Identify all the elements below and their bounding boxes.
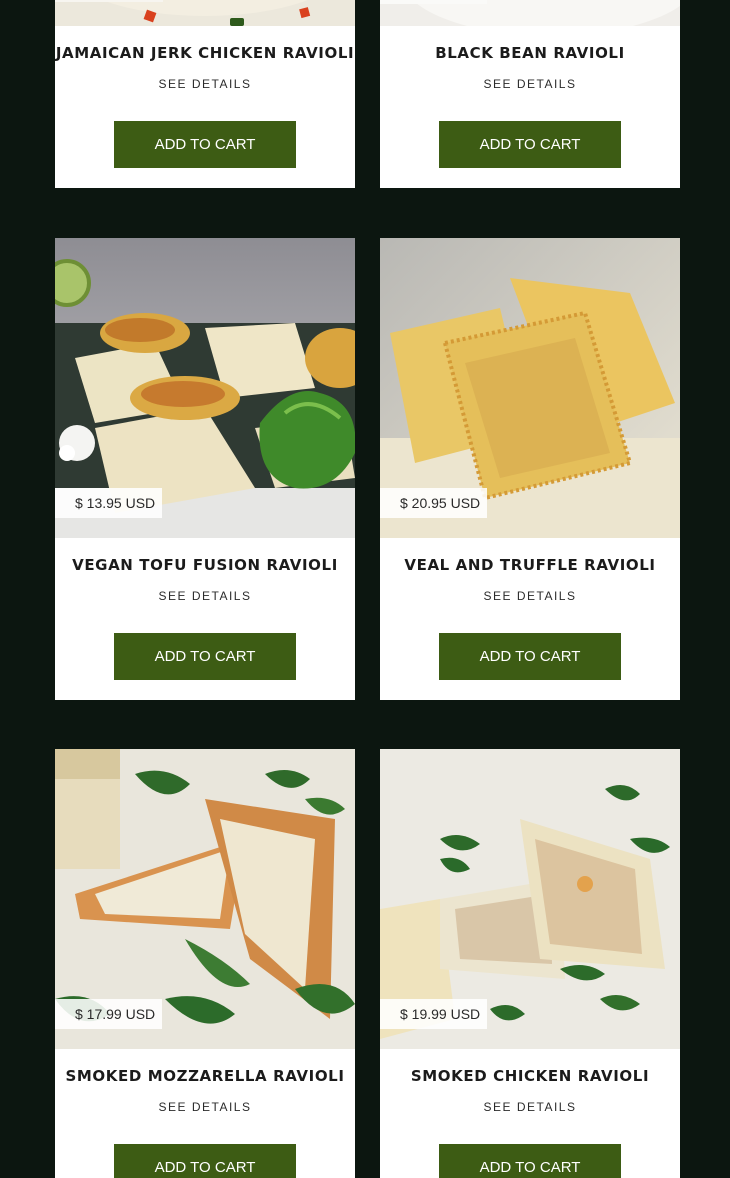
product-info: Veal and Truffle Ravioli SEE DETAILS ADD… [380,538,680,700]
see-details-link[interactable]: SEE DETAILS [380,77,680,91]
see-details-link[interactable]: SEE DETAILS [55,1100,355,1114]
product-info: Vegan Tofu Fusion Ravioli SEE DETAILS AD… [55,538,355,700]
product-card: $ 20.95 USD Veal and Truffle Ravioli SEE… [380,238,680,700]
add-to-cart-button[interactable]: ADD TO CART [439,1144,621,1178]
ravioli-photo [380,0,680,26]
product-name[interactable]: Vegan Tofu Fusion Ravioli [55,556,355,574]
product-image[interactable]: $ 19.99 USD [380,749,680,1049]
see-details-link[interactable]: SEE DETAILS [55,589,355,603]
price-tag: $ 13.95 USD [55,488,162,518]
price-tag: $ 20.95 USD [380,488,487,518]
product-card: Black Bean Ravioli SEE DETAILS ADD TO CA… [380,0,680,188]
see-details-link[interactable]: SEE DETAILS [380,1100,680,1114]
product-info: Smoked Mozzarella Ravioli SEE DETAILS AD… [55,1049,355,1178]
product-name[interactable]: Black Bean Ravioli [380,44,680,62]
product-grid-page: Jamaican Jerk Chicken Ravioli SEE DETAIL… [0,0,730,1178]
product-name[interactable]: Smoked Mozzarella Ravioli [55,1067,355,1085]
add-to-cart-button[interactable]: ADD TO CART [114,1144,296,1178]
price-tag: $ 19.99 USD [380,999,487,1029]
add-to-cart-button[interactable]: ADD TO CART [114,121,296,168]
product-info: Smoked Chicken Ravioli SEE DETAILS ADD T… [380,1049,680,1178]
product-name[interactable]: Jamaican Jerk Chicken Ravioli [55,44,355,62]
ravioli-photo [55,0,355,26]
product-card: Jamaican Jerk Chicken Ravioli SEE DETAIL… [55,0,355,188]
see-details-link[interactable]: SEE DETAILS [380,589,680,603]
product-card: $ 17.99 USD Smoked Mozzarella Ravioli SE… [55,749,355,1178]
add-to-cart-button[interactable]: ADD TO CART [439,633,621,680]
product-info: Black Bean Ravioli SEE DETAILS ADD TO CA… [380,26,680,188]
see-details-link[interactable]: SEE DETAILS [55,77,355,91]
product-card: $ 19.99 USD Smoked Chicken Ravioli SEE D… [380,749,680,1178]
product-image[interactable]: $ 20.95 USD [380,238,680,538]
product-name[interactable]: Veal and Truffle Ravioli [380,556,680,574]
product-card: $ 13.95 USD Vegan Tofu Fusion Ravioli SE… [55,238,355,700]
product-name[interactable]: Smoked Chicken Ravioli [380,1067,680,1085]
price-tag: $ 17.99 USD [55,999,162,1029]
product-image[interactable] [55,0,355,26]
product-image[interactable]: $ 13.95 USD [55,238,355,538]
product-image[interactable]: $ 17.99 USD [55,749,355,1049]
product-info: Jamaican Jerk Chicken Ravioli SEE DETAIL… [55,26,355,188]
add-to-cart-button[interactable]: ADD TO CART [114,633,296,680]
add-to-cart-button[interactable]: ADD TO CART [439,121,621,168]
product-image[interactable] [380,0,680,26]
